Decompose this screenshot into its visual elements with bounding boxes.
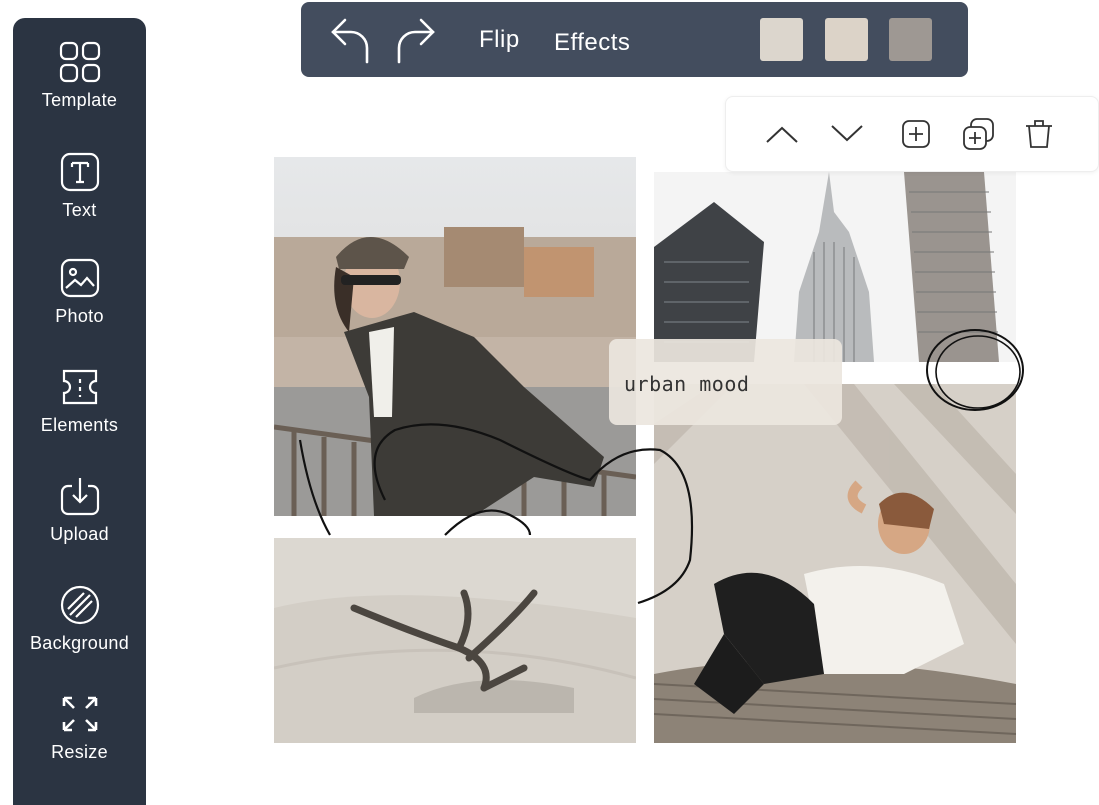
duplicate-icon: [963, 118, 994, 150]
add-icon: [902, 120, 930, 148]
send-backward-button[interactable]: [828, 115, 866, 153]
layer-options-panel: [725, 96, 1099, 172]
bring-forward-button[interactable]: [763, 115, 801, 153]
chevron-up-icon: [766, 126, 798, 143]
add-element-button[interactable]: [897, 115, 935, 153]
chevron-down-icon: [831, 125, 863, 142]
duplicate-button[interactable]: [960, 115, 998, 153]
trash-icon: [1026, 120, 1052, 148]
delete-button[interactable]: [1020, 115, 1058, 153]
